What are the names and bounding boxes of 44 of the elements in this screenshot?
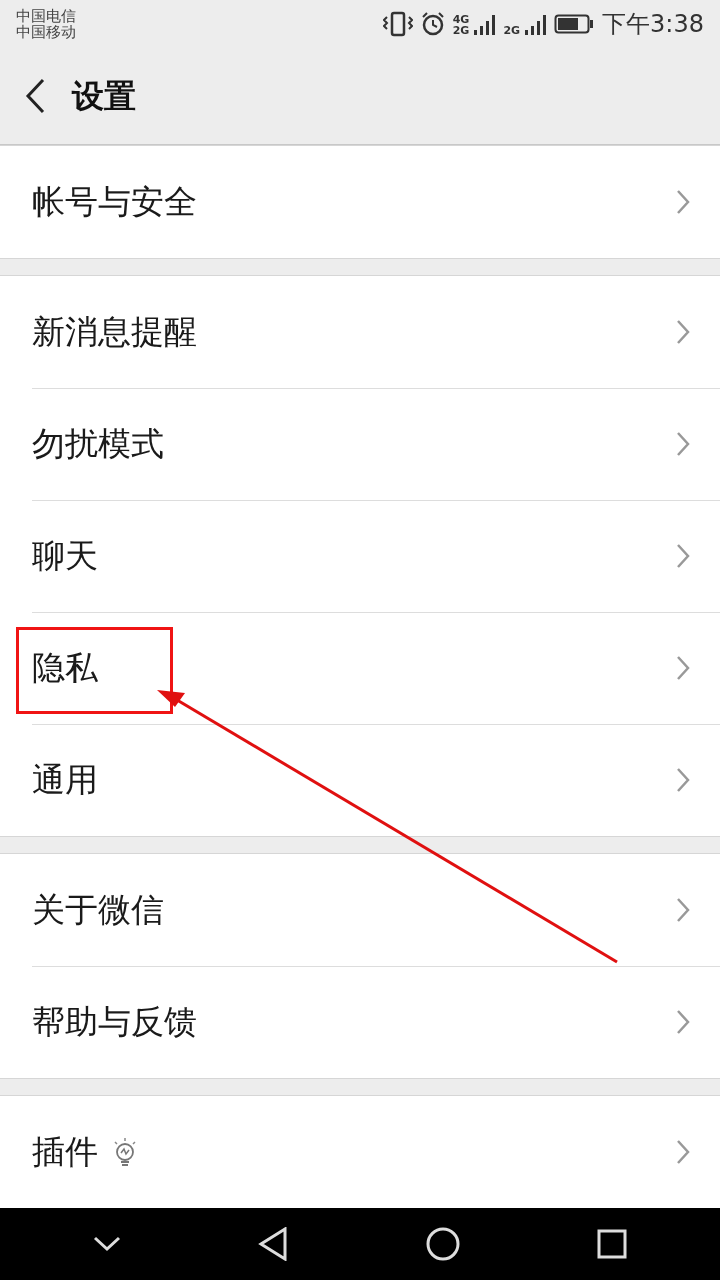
settings-item[interactable]: 插件 [0,1096,720,1208]
item-label: 帐号与安全 [32,181,197,224]
item-label: 关于微信 [32,889,164,932]
vibrate-icon [382,11,413,37]
settings-item[interactable]: 帮助与反馈 [0,966,720,1078]
chevron-right-icon [676,319,690,345]
settings-item[interactable]: 勿扰模式 [0,388,720,500]
chevron-down-icon[interactable] [92,1236,121,1252]
alarm-icon [420,12,445,36]
settings-item[interactable]: 聊天 [0,500,720,612]
item-label: 聊天 [32,535,98,578]
chevron-right-icon [676,189,690,215]
network-type-label: 2G [452,25,470,36]
item-label: 帮助与反馈 [32,1001,197,1044]
chevron-right-icon [676,1009,690,1035]
item-label: 新消息提醒 [32,311,197,354]
signal-icon [524,12,547,36]
settings-item[interactable]: 通用 [0,724,720,836]
chevron-right-icon [676,1139,690,1165]
chevron-right-icon [676,767,690,793]
back-icon[interactable] [24,78,46,114]
carrier-name: 中国移动 [16,24,76,40]
chevron-right-icon [676,543,690,569]
chevron-right-icon [676,897,690,923]
network-type-label: 4G [452,14,470,25]
network-type-label: 2G [503,25,521,36]
clock-time: 下午3:38 [602,9,704,40]
settings-item[interactable]: 新消息提醒 [0,276,720,388]
item-label: 勿扰模式 [32,423,164,466]
settings-item[interactable]: 关于微信 [0,854,720,966]
carrier-name: 中国电信 [16,8,76,24]
back-icon[interactable] [258,1227,289,1261]
chevron-right-icon [676,431,690,457]
signal-icon [473,12,496,36]
item-label: 通用 [32,759,98,802]
page-title: 设置 [72,76,136,117]
item-label: 插件 [32,1131,98,1174]
home-icon[interactable] [425,1227,460,1261]
settings-item[interactable]: 隐私 [0,612,720,724]
recent-apps-icon[interactable] [597,1229,628,1259]
battery-icon [554,13,595,35]
chevron-right-icon [676,655,690,681]
settings-item[interactable]: 帐号与安全 [0,146,720,258]
item-label: 隐私 [32,647,98,690]
